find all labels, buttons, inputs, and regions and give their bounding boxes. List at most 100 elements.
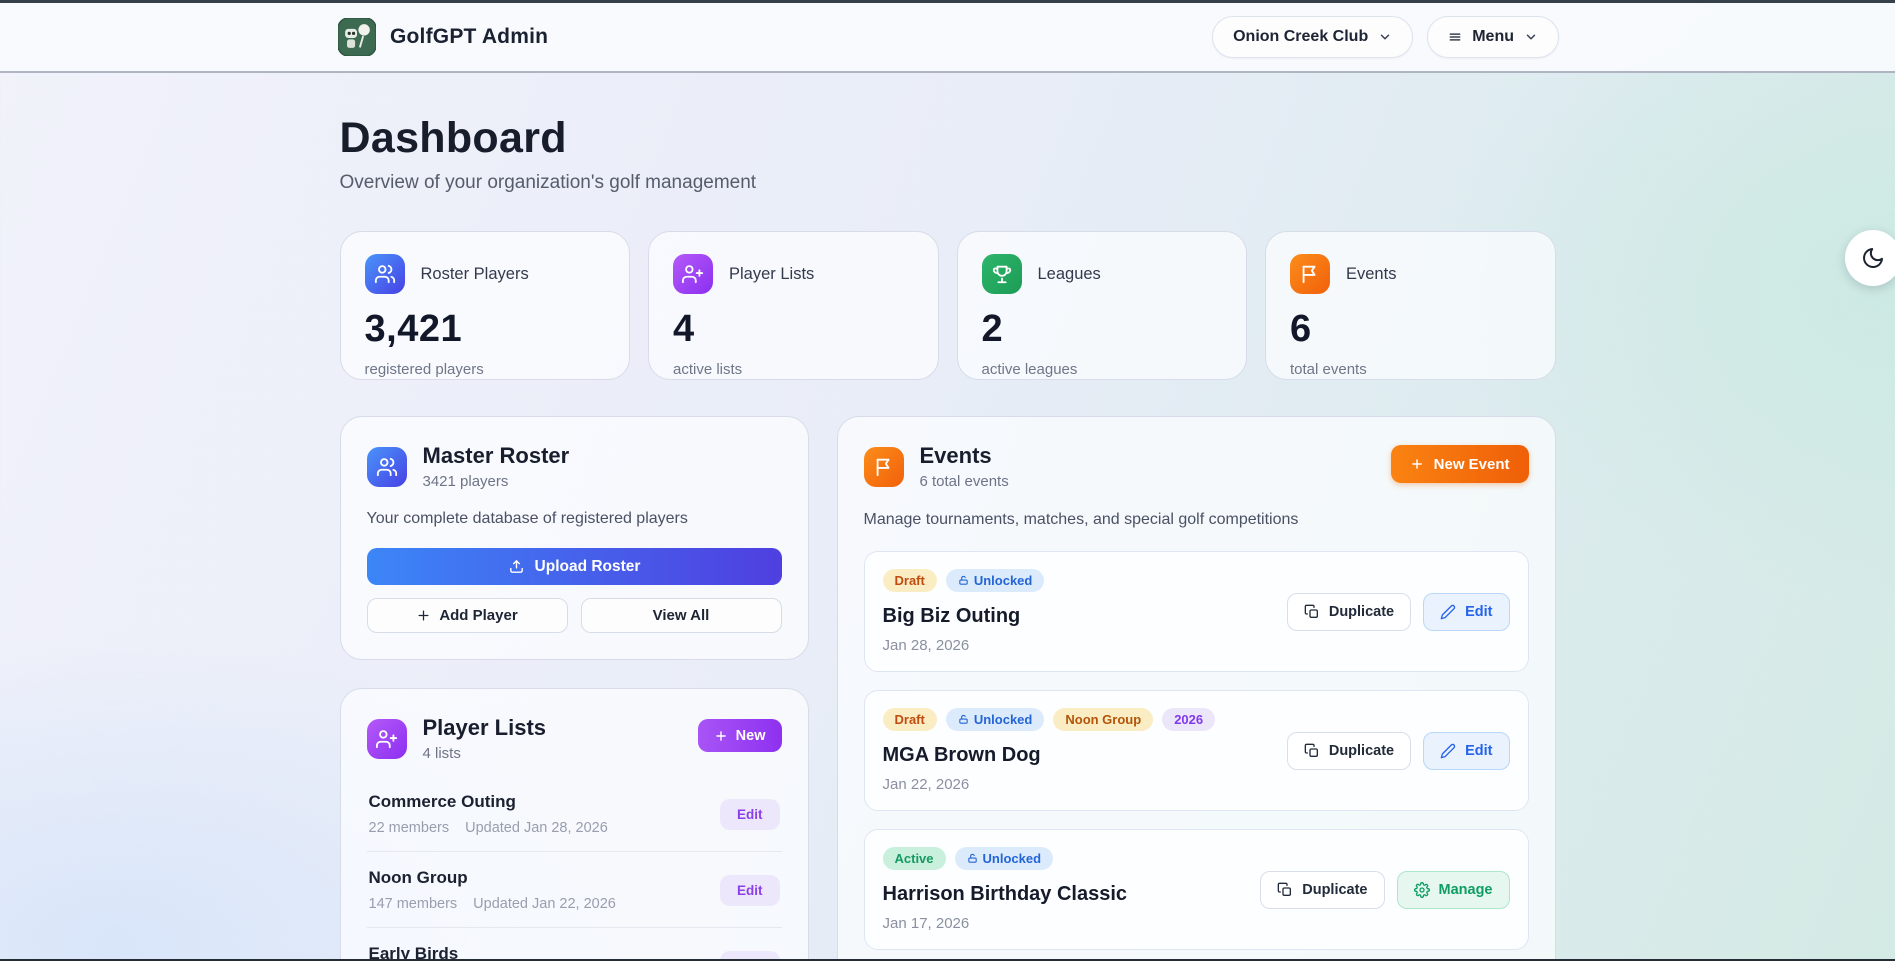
stat-label: Leagues — [1038, 265, 1101, 284]
app-title: GolfGPT Admin — [390, 25, 548, 49]
users-icon — [365, 254, 405, 294]
page-subtitle: Overview of your organization's golf man… — [340, 172, 1556, 194]
duplicate-event-button[interactable]: Duplicate — [1260, 871, 1384, 909]
list-item-info: Noon Group 147 members Updated Jan 22, 202… — [369, 868, 616, 912]
event-actions: Duplicate Manage — [1260, 871, 1509, 909]
event-info: Draft Unlocked Noon Group 2026 MGA Brown Dog… — [883, 708, 1216, 793]
event-name: Harrison Birthday Classic — [883, 883, 1128, 906]
list-item-name: Commerce Outing — [369, 792, 608, 812]
year-badge: 2026 — [1162, 708, 1215, 731]
copy-icon — [1304, 743, 1320, 759]
edit-event-button[interactable]: Edit — [1423, 732, 1509, 770]
player-lists-count: 4 lists — [423, 745, 547, 762]
new-event-button[interactable]: New Event — [1391, 445, 1529, 483]
event-name: MGA Brown Dog — [883, 744, 1216, 767]
club-selector-dropdown[interactable]: Onion Creek Club — [1212, 16, 1413, 58]
plus-icon — [1410, 457, 1424, 471]
header-actions: Onion Creek Club Menu — [1212, 16, 1559, 58]
draft-badge: Draft — [883, 708, 937, 731]
event-date: Jan 17, 2026 — [883, 915, 1128, 932]
brand: GolfGPT Admin — [338, 18, 548, 56]
unlocked-badge: Unlocked — [946, 569, 1045, 592]
club-selector-label: Onion Creek Club — [1233, 28, 1368, 46]
tag-badge: Noon Group — [1053, 708, 1153, 731]
list-item: Commerce Outing22 membersUpdated Jan 28,… — [367, 776, 782, 852]
duplicate-event-button[interactable]: Duplicate — [1287, 732, 1411, 770]
main-grid: Master Roster 3421 players Your complete… — [340, 416, 1556, 961]
add-player-button[interactable]: Add Player — [367, 598, 568, 633]
upload-roster-button[interactable]: Upload Roster — [367, 548, 782, 585]
event-badges: Draft Unlocked Noon Group 2026 — [883, 708, 1216, 731]
golfgpt-logo-icon — [338, 18, 376, 56]
player-list-items: Commerce Outing22 membersUpdated Jan 28,… — [367, 776, 782, 961]
master-roster-title: Master Roster — [423, 443, 570, 469]
events-title: Events — [920, 443, 1009, 469]
unlock-icon — [958, 714, 969, 725]
plus-icon — [714, 729, 728, 743]
stat-sub: active lists — [673, 361, 914, 378]
dark-mode-toggle[interactable] — [1845, 230, 1895, 286]
gear-icon — [1414, 882, 1430, 898]
active-badge: Active — [883, 847, 946, 870]
unlock-icon — [958, 575, 969, 586]
menu-button[interactable]: Menu — [1427, 16, 1559, 58]
stat-value: 6 — [1290, 308, 1531, 351]
stat-card-events: Events 6 total events — [1265, 231, 1556, 380]
events-card: Events 6 total events New Event Manage t… — [837, 416, 1556, 961]
chevron-down-icon — [1378, 30, 1392, 44]
user-plus-icon — [673, 254, 713, 294]
users-icon — [367, 447, 407, 487]
event-info: DraftUnlockedBig Biz OutingJan 28, 2026 — [883, 569, 1045, 654]
stat-sub: registered players — [365, 361, 606, 378]
events-count: 6 total events — [920, 473, 1009, 490]
master-roster-card: Master Roster 3421 players Your complete… — [340, 416, 809, 660]
view-all-button[interactable]: View All — [581, 598, 782, 633]
event-rows: DraftUnlockedBig Biz OutingJan 28, 2026D… — [864, 551, 1529, 961]
stat-card-roster-players: Roster Players 3,421 registered players — [340, 231, 631, 380]
copy-icon — [1304, 604, 1320, 620]
event-name: Big Biz Outing — [883, 605, 1045, 628]
stats-grid: Roster Players 3,421 registered players … — [340, 231, 1556, 380]
hamburger-icon — [1448, 30, 1462, 44]
unlock-icon — [967, 853, 978, 864]
player-lists-title: Player Lists — [423, 715, 547, 741]
list-item-updated: Updated Jan 28, 2026 — [465, 820, 608, 836]
duplicate-event-button[interactable]: Duplicate — [1287, 593, 1411, 631]
copy-icon — [1277, 882, 1293, 898]
list-item-members: 147 members — [369, 896, 458, 912]
event-actions: Duplicate Edit — [1287, 593, 1510, 631]
stat-card-leagues: Leagues 2 active leagues — [957, 231, 1248, 380]
stat-sub: active leagues — [982, 361, 1223, 378]
event-row: Draft Unlocked Noon Group 2026 MGA Brown Dog… — [864, 690, 1529, 811]
edit-list-button[interactable]: Edit — [720, 875, 780, 906]
flag-icon — [864, 447, 904, 487]
event-badges: ActiveUnlocked — [883, 847, 1128, 870]
new-list-button[interactable]: New — [698, 719, 782, 752]
upload-icon — [508, 558, 525, 575]
master-roster-description: Your complete database of registered pla… — [367, 510, 782, 528]
app-header: GolfGPT Admin Onion Creek Club Menu — [0, 3, 1895, 73]
stat-card-player-lists: Player Lists 4 active lists — [648, 231, 939, 380]
master-roster-count: 3421 players — [423, 473, 570, 490]
list-item: Early Birds36 membersUpdated Jan 15, 202… — [367, 928, 782, 961]
stat-value: 3,421 — [365, 308, 606, 351]
stat-label: Events — [1346, 265, 1396, 284]
menu-label: Menu — [1472, 28, 1514, 46]
event-badges: Draft Unlocked — [883, 569, 1045, 592]
unlocked-badge: Unlocked — [946, 708, 1045, 731]
edit-list-button[interactable]: Edit — [720, 799, 780, 830]
pencil-icon — [1440, 743, 1456, 759]
event-info: ActiveUnlocked Harrison Birthday Classic J… — [883, 847, 1128, 932]
page-title: Dashboard — [340, 114, 1556, 163]
event-actions: Duplicate Edit — [1287, 732, 1510, 770]
chevron-down-icon — [1524, 30, 1538, 44]
list-item-name: Noon Group — [369, 868, 616, 888]
edit-event-button[interactable]: Edit — [1423, 593, 1509, 631]
plus-icon — [416, 608, 431, 623]
list-item-updated: Updated Jan 22, 2026 — [473, 896, 616, 912]
flag-icon — [1290, 254, 1330, 294]
manage-event-button[interactable]: Manage — [1397, 871, 1510, 909]
moon-icon — [1861, 246, 1885, 270]
event-date: Jan 22, 2026 — [883, 776, 1216, 793]
draft-badge: Draft — [883, 569, 937, 592]
